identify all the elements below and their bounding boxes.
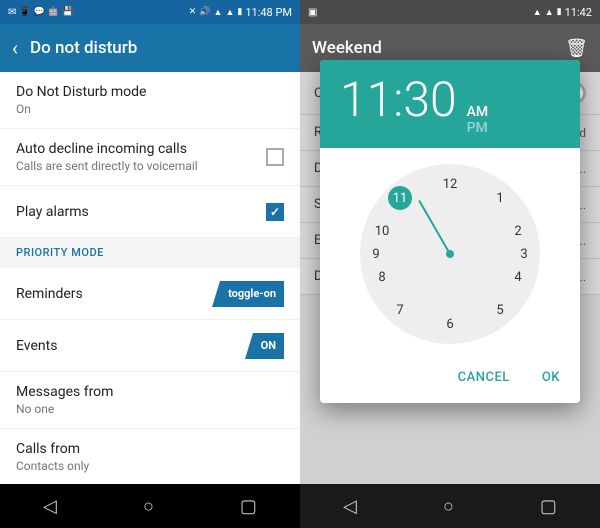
sd-icon: 💾 [62,7,73,17]
left-time: 11:48 PM [245,6,292,19]
left-nav-bar: ◁ ○ ▢ [0,484,300,528]
right-time: 11:42 [565,6,592,19]
clock-num-8[interactable]: 8 [370,265,394,289]
auto-decline-checkbox[interactable] [266,148,284,166]
right-panel: ▣ ▲ ▲ ▮ 11:42 Weekend 🗑 Off Rule name We… [300,0,600,528]
clock-num-6[interactable]: 6 [438,312,462,336]
dnd-mode-label: Do Not Disturb mode [16,84,284,100]
messages-from-value: No one [16,402,284,416]
setting-events[interactable]: Events ON [0,320,300,372]
volume-icon: 🔊 [199,7,210,17]
clock-time-display: 11:30 [340,76,457,124]
right-nav-bar: ◁ ○ ▢ [300,484,600,528]
right-signal-icon: ▲ [533,7,542,18]
clock-num-5[interactable]: 5 [488,298,512,322]
right-status-bar: ▣ ▲ ▲ ▮ 11:42 [300,0,600,24]
clock-num-2[interactable]: 2 [506,219,530,243]
nav-recent-button[interactable]: ▢ [240,496,257,517]
hour-hand [418,200,451,255]
clock-num-12[interactable]: 12 [438,172,462,196]
clock-header: 11:30 AM PM [320,60,580,148]
setting-calls-from[interactable]: Calls from Contacts only [0,429,300,484]
play-alarms-checkbox[interactable] [266,203,284,221]
android-icon: 🤖 [48,7,59,17]
sim-icon: 📱 [19,7,30,17]
priority-mode-section: PRIORITY MODE [0,238,300,268]
clock-num-4[interactable]: 4 [506,265,530,289]
setting-dnd-mode[interactable]: Do Not Disturb mode On [0,72,300,129]
clock-actions: CANCEL OK [320,360,580,403]
setting-reminders[interactable]: Reminders toggle-on [0,268,300,320]
nav-back-button[interactable]: ◁ [43,496,57,517]
dnd-mode-value: On [16,102,284,116]
dnd-icon: ✕ [189,7,197,17]
wifi-icon: ▲ [225,7,234,18]
right-nav-recent-button[interactable]: ▢ [540,496,557,517]
clock-num-9[interactable]: 9 [364,242,388,266]
right-nav-home-button[interactable]: ○ [443,496,454,517]
messages-from-label: Messages from [16,384,284,400]
clock-am-label[interactable]: AM [467,104,489,120]
clock-dialog: 11:30 AM PM 12 1 2 3 4 5 6 7 8 [320,60,580,403]
nav-home-button[interactable]: ○ [143,496,154,517]
left-panel: ✉ 📱 💬 🤖 💾 ✕ 🔊 ▲ ▲ ▮ 11:48 PM ‹ Do not di… [0,0,300,528]
setting-play-alarms[interactable]: Play alarms [0,186,300,238]
right-status-right: ▲ ▲ ▮ 11:42 [533,6,592,19]
reminders-label: Reminders [16,286,220,302]
calls-from-label: Calls from [16,441,284,457]
calls-from-value: Contacts only [16,459,284,473]
left-top-bar: ‹ Do not disturb [0,24,300,72]
right-nav-back-button[interactable]: ◁ [343,496,357,517]
auto-decline-sublabel: Calls are sent directly to voicemail [16,159,266,173]
clock-num-1[interactable]: 1 [488,186,512,210]
reminders-toggle[interactable]: toggle-on [228,287,276,300]
settings-list: Do Not Disturb mode On Auto decline inco… [0,72,300,484]
page-title: Do not disturb [30,38,137,58]
envelope-icon: ✉ [8,7,16,18]
left-status-icons: ✉ 📱 💬 🤖 💾 [8,7,73,18]
clock-face-container: 12 1 2 3 4 5 6 7 8 9 10 11 [320,148,580,360]
clock-num-7[interactable]: 7 [388,298,412,322]
events-label: Events [16,338,253,354]
clock-num-3[interactable]: 3 [512,242,536,266]
auto-decline-label: Auto decline incoming calls [16,141,266,157]
right-status-left: ▣ [308,7,317,18]
battery-icon: ▮ [237,7,242,17]
ok-button[interactable]: OK [534,364,568,391]
clock-pm-label[interactable]: PM [467,120,489,136]
delete-button[interactable]: 🗑 [565,38,588,59]
events-toggle[interactable]: ON [261,339,276,352]
priority-mode-label: PRIORITY MODE [16,246,104,259]
left-status-bar: ✉ 📱 💬 🤖 💾 ✕ 🔊 ▲ ▲ ▮ 11:48 PM [0,0,300,24]
clock-num-11[interactable]: 11 [388,186,412,210]
cancel-button[interactable]: CANCEL [450,364,518,391]
clock-center-dot [446,250,454,258]
signal-bars-icon: ▲ [214,7,223,18]
msg-icon: 💬 [34,7,45,17]
left-status-right: ✕ 🔊 ▲ ▲ ▮ 11:48 PM [189,6,292,19]
clock-face[interactable]: 12 1 2 3 4 5 6 7 8 9 10 11 [360,164,540,344]
back-button[interactable]: ‹ [12,36,18,60]
setting-auto-decline[interactable]: Auto decline incoming calls Calls are se… [0,129,300,186]
right-wifi-icon: ▲ [545,7,554,18]
right-battery-icon: ▮ [557,7,562,17]
clock-ampm: AM PM [467,104,489,136]
play-alarms-label: Play alarms [16,204,266,220]
setting-messages-from[interactable]: Messages from No one [0,372,300,429]
clock-num-10[interactable]: 10 [370,219,394,243]
right-page-title: Weekend [312,38,382,58]
